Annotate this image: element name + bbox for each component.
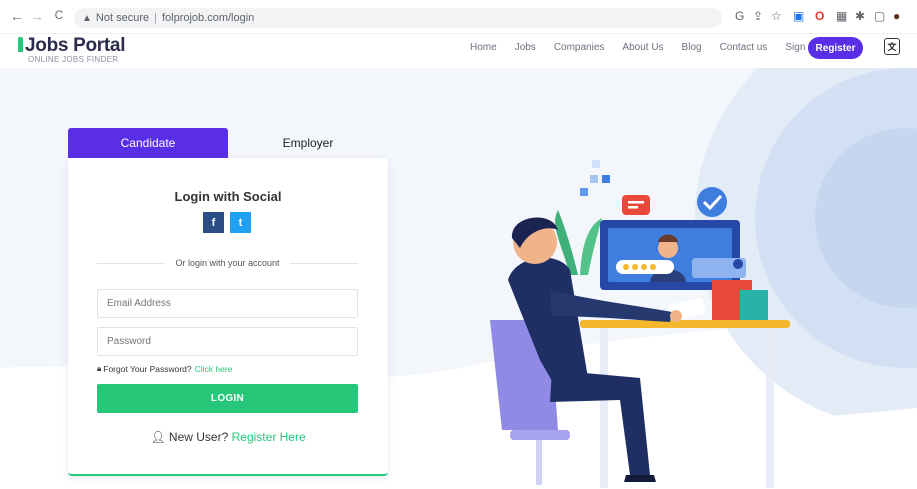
new-user-text: New User? [168, 430, 229, 444]
warning-icon: ▲ [82, 12, 92, 24]
login-button[interactable]: LOGIN [97, 384, 358, 413]
divider-line [97, 262, 166, 264]
nav-jobs[interactable]: Jobs [515, 41, 536, 55]
divider-line [289, 262, 358, 264]
register-here-link[interactable]: Register Here [232, 430, 306, 444]
nav-blog[interactable]: Blog [682, 41, 702, 55]
google-icon[interactable]: G [735, 9, 744, 25]
site-header: Jobs Portal ONLINE JOBS FINDER Home Jobs… [0, 34, 917, 68]
illustration [490, 160, 790, 488]
tab-candidate[interactable]: Candidate [68, 128, 228, 158]
nav-about-us[interactable]: About Us [622, 41, 663, 55]
browser-toolbar: ← → C ▲ Not secure | folprojob.com/login… [0, 0, 917, 34]
forgot-password-text: Forgot Your Password? [103, 364, 192, 374]
new-user-row: 👤︎ New User? Register Here [68, 430, 388, 444]
logo[interactable]: Jobs Portal ONLINE JOBS FINDER [18, 36, 125, 64]
hero-section: Candidate Employer Login with Social f t… [0, 68, 917, 489]
nav-companies[interactable]: Companies [554, 41, 605, 55]
divider-text: Or login with your account [175, 258, 280, 268]
tab-employer[interactable]: Employer [228, 128, 388, 158]
nav-home[interactable]: Home [470, 41, 497, 55]
extension-icon[interactable]: O [815, 9, 824, 25]
bookmark-star-icon[interactable]: ☆ [771, 9, 782, 25]
forgot-password-link[interactable]: Click here [195, 364, 233, 374]
reload-icon[interactable]: C [50, 8, 68, 22]
nav-contact-us[interactable]: Contact us [720, 41, 768, 55]
email-input[interactable] [97, 289, 358, 318]
social-buttons: f t [203, 212, 251, 233]
extension-icon[interactable]: ▦ [836, 9, 847, 25]
back-icon[interactable]: ← [8, 8, 26, 24]
logo-person-icon [18, 37, 23, 52]
logo-title-text: Jobs Portal [25, 35, 126, 56]
facebook-icon[interactable]: f [203, 212, 224, 233]
login-card: Login with Social f t Or login with your… [68, 158, 388, 476]
extension-icon[interactable]: ▣ [793, 9, 804, 25]
account-type-tabs: Candidate Employer [68, 128, 388, 158]
social-login-title: Login with Social [174, 189, 282, 204]
lock-icon: 🔒︎ [97, 364, 102, 373]
puzzle-icon[interactable]: ✱ [855, 9, 865, 25]
logo-subtitle: ONLINE JOBS FINDER [28, 55, 119, 64]
password-input[interactable] [97, 327, 358, 356]
logo-title: Jobs Portal [18, 36, 125, 56]
address-bar[interactable]: ▲ Not secure | folprojob.com/login [74, 8, 722, 28]
register-button[interactable]: Register [808, 37, 863, 59]
sidepanel-icon[interactable]: ▢ [874, 9, 885, 25]
url-text: folprojob.com/login [161, 12, 255, 24]
translate-icon[interactable]: 文 [884, 38, 900, 55]
user-icon: 👤︎ [150, 430, 166, 444]
or-divider: Or login with your account [97, 257, 358, 269]
security-label: Not secure [95, 12, 150, 24]
main-nav: Home Jobs Companies About Us Blog Contac… [470, 41, 834, 55]
forward-icon[interactable]: → [28, 8, 46, 24]
avatar[interactable]: ● [893, 9, 900, 25]
twitter-icon[interactable]: t [230, 212, 251, 233]
forgot-password: 🔒︎ Forgot Your Password? Click here [97, 364, 232, 374]
address-separator: | [154, 12, 157, 24]
share-icon[interactable]: ⇪ [753, 9, 763, 25]
